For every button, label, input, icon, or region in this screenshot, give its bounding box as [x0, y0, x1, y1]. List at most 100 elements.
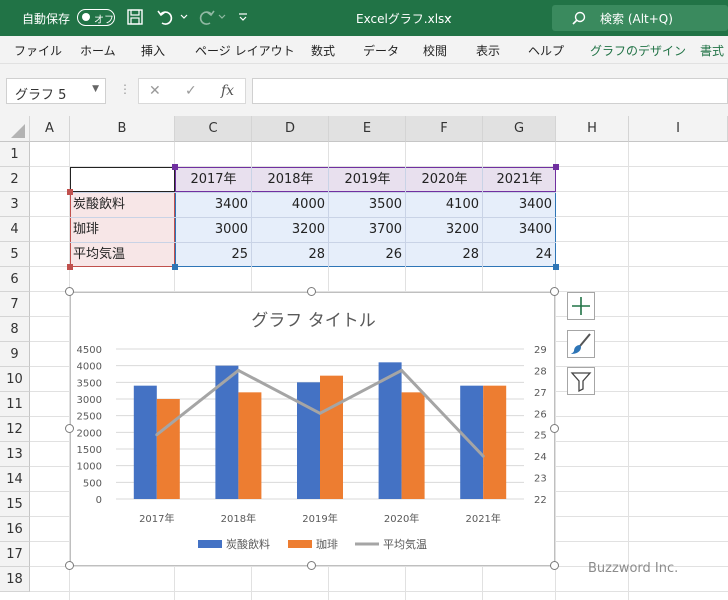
line-point[interactable]: [481, 454, 485, 458]
row-label-cell[interactable]: 珈琲: [70, 217, 175, 242]
row-label-cell[interactable]: 炭酸飲料: [70, 192, 175, 217]
column-header-d[interactable]: D: [252, 116, 329, 142]
row-header-2[interactable]: 2: [0, 167, 30, 192]
row-header-5[interactable]: 5: [0, 242, 30, 267]
tab-page-layout[interactable]: ページ レイアウト: [195, 42, 295, 59]
autosave-toggle[interactable]: オフ: [77, 9, 115, 26]
search-box[interactable]: 検索 (Alt+Q): [552, 5, 728, 31]
value-cell[interactable]: 3000: [175, 217, 252, 242]
value-cell[interactable]: 3200: [252, 217, 329, 242]
value-cell[interactable]: 3400: [175, 192, 252, 217]
column-header-g[interactable]: G: [483, 116, 556, 142]
year-header-cell[interactable]: 2019年: [329, 167, 406, 192]
year-header-cell[interactable]: 2020年: [406, 167, 483, 192]
row-header-15[interactable]: 15: [0, 492, 30, 517]
year-header-cell[interactable]: 2021年: [483, 167, 556, 192]
save-icon[interactable]: [126, 8, 144, 26]
row-header-16[interactable]: 16: [0, 517, 30, 542]
undo-icon[interactable]: [156, 8, 176, 26]
legend-label[interactable]: 炭酸飲料: [226, 537, 270, 551]
name-box[interactable]: グラフ 5 ▼: [6, 78, 106, 104]
line-point[interactable]: [236, 368, 240, 372]
line-point[interactable]: [155, 433, 159, 437]
column-header-a[interactable]: A: [30, 116, 70, 142]
value-cell[interactable]: 3400: [483, 192, 556, 217]
chart-resize-handle-top[interactable]: [307, 287, 316, 296]
row-header-6[interactable]: 6: [0, 267, 30, 292]
name-box-dropdown-icon[interactable]: ▼: [92, 84, 99, 94]
bar-coffee[interactable]: [483, 385, 507, 499]
tab-home[interactable]: ホーム: [80, 42, 116, 59]
cancel-icon[interactable]: ✕: [149, 83, 161, 99]
value-cell[interactable]: 3500: [329, 192, 406, 217]
row-header-8[interactable]: 8: [0, 317, 30, 342]
row-header-9[interactable]: 9: [0, 342, 30, 367]
tab-data[interactable]: データ: [363, 42, 399, 59]
chart-styles-button[interactable]: [567, 330, 595, 358]
bar-coffee[interactable]: [238, 392, 262, 499]
customize-toolbar-icon[interactable]: [238, 12, 248, 22]
filename-dropdown-icon[interactable]: [444, 15, 452, 21]
row-header-13[interactable]: 13: [0, 442, 30, 467]
line-point[interactable]: [318, 411, 322, 415]
column-header-c[interactable]: C: [175, 116, 252, 142]
chart-filters-button[interactable]: [567, 367, 595, 395]
value-cell[interactable]: 4100: [406, 192, 483, 217]
value-cell[interactable]: 28: [406, 242, 483, 267]
chart-resize-handle-top-left[interactable]: [65, 287, 74, 296]
select-all-corner[interactable]: [0, 116, 30, 142]
value-cell[interactable]: 28: [252, 242, 329, 267]
value-cell[interactable]: 4000: [252, 192, 329, 217]
tab-review[interactable]: 校閲: [423, 42, 447, 59]
row-header-17[interactable]: 17: [0, 542, 30, 567]
value-cell[interactable]: 25: [175, 242, 252, 267]
bar-coffee[interactable]: [156, 399, 180, 499]
year-header-cell[interactable]: 2017年: [175, 167, 252, 192]
row-header-7[interactable]: 7: [0, 292, 30, 317]
value-cell[interactable]: 24: [483, 242, 556, 267]
row-header-1[interactable]: 1: [0, 142, 30, 167]
bar-soda[interactable]: [297, 382, 320, 499]
bar-coffee[interactable]: [401, 392, 425, 499]
tab-formulas[interactable]: 数式: [311, 42, 335, 59]
undo-dropdown-icon[interactable]: [180, 14, 188, 20]
chart-resize-handle-right[interactable]: [550, 424, 559, 433]
column-header-e[interactable]: E: [329, 116, 406, 142]
row-header-3[interactable]: 3: [0, 192, 30, 217]
row-header-10[interactable]: 10: [0, 367, 30, 392]
legend-label[interactable]: 珈琲: [316, 537, 338, 551]
tab-insert[interactable]: 挿入: [141, 42, 165, 59]
value-cell[interactable]: 3200: [406, 217, 483, 242]
row-header-11[interactable]: 11: [0, 392, 30, 417]
bar-soda[interactable]: [378, 362, 402, 499]
file-name[interactable]: Excelグラフ.xlsx: [356, 10, 451, 27]
column-header-i[interactable]: I: [629, 116, 728, 142]
row-header-18[interactable]: 18: [0, 567, 30, 592]
insert-function-icon[interactable]: fx: [221, 83, 234, 99]
bar-coffee[interactable]: [320, 375, 343, 499]
value-cell[interactable]: 3400: [483, 217, 556, 242]
legend-label[interactable]: 平均気温: [383, 537, 427, 551]
chart-resize-handle-bottom-left[interactable]: [65, 561, 74, 570]
tab-chart-design[interactable]: グラフのデザイン: [590, 42, 686, 59]
column-header-h[interactable]: H: [556, 116, 629, 142]
tab-help[interactable]: ヘルプ: [528, 42, 564, 59]
chart-elements-button[interactable]: [567, 292, 595, 320]
tab-file[interactable]: ファイル: [14, 42, 62, 59]
redo-dropdown-icon[interactable]: [218, 14, 226, 20]
value-cell[interactable]: 26: [329, 242, 406, 267]
tab-format[interactable]: 書式: [700, 42, 724, 59]
tab-view[interactable]: 表示: [476, 42, 500, 59]
value-cell[interactable]: 3700: [329, 217, 406, 242]
column-header-b[interactable]: B: [70, 116, 175, 142]
chart-resize-handle-top-right[interactable]: [550, 287, 559, 296]
redo-icon[interactable]: [196, 8, 216, 26]
formula-input[interactable]: [252, 78, 728, 104]
chart-resize-handle-bottom[interactable]: [307, 561, 316, 570]
enter-icon[interactable]: ✓: [185, 83, 197, 99]
bar-soda[interactable]: [133, 385, 157, 499]
row-header-12[interactable]: 12: [0, 417, 30, 442]
row-header-4[interactable]: 4: [0, 217, 30, 242]
row-label-cell[interactable]: 平均気温: [70, 242, 175, 267]
column-header-f[interactable]: F: [406, 116, 483, 142]
